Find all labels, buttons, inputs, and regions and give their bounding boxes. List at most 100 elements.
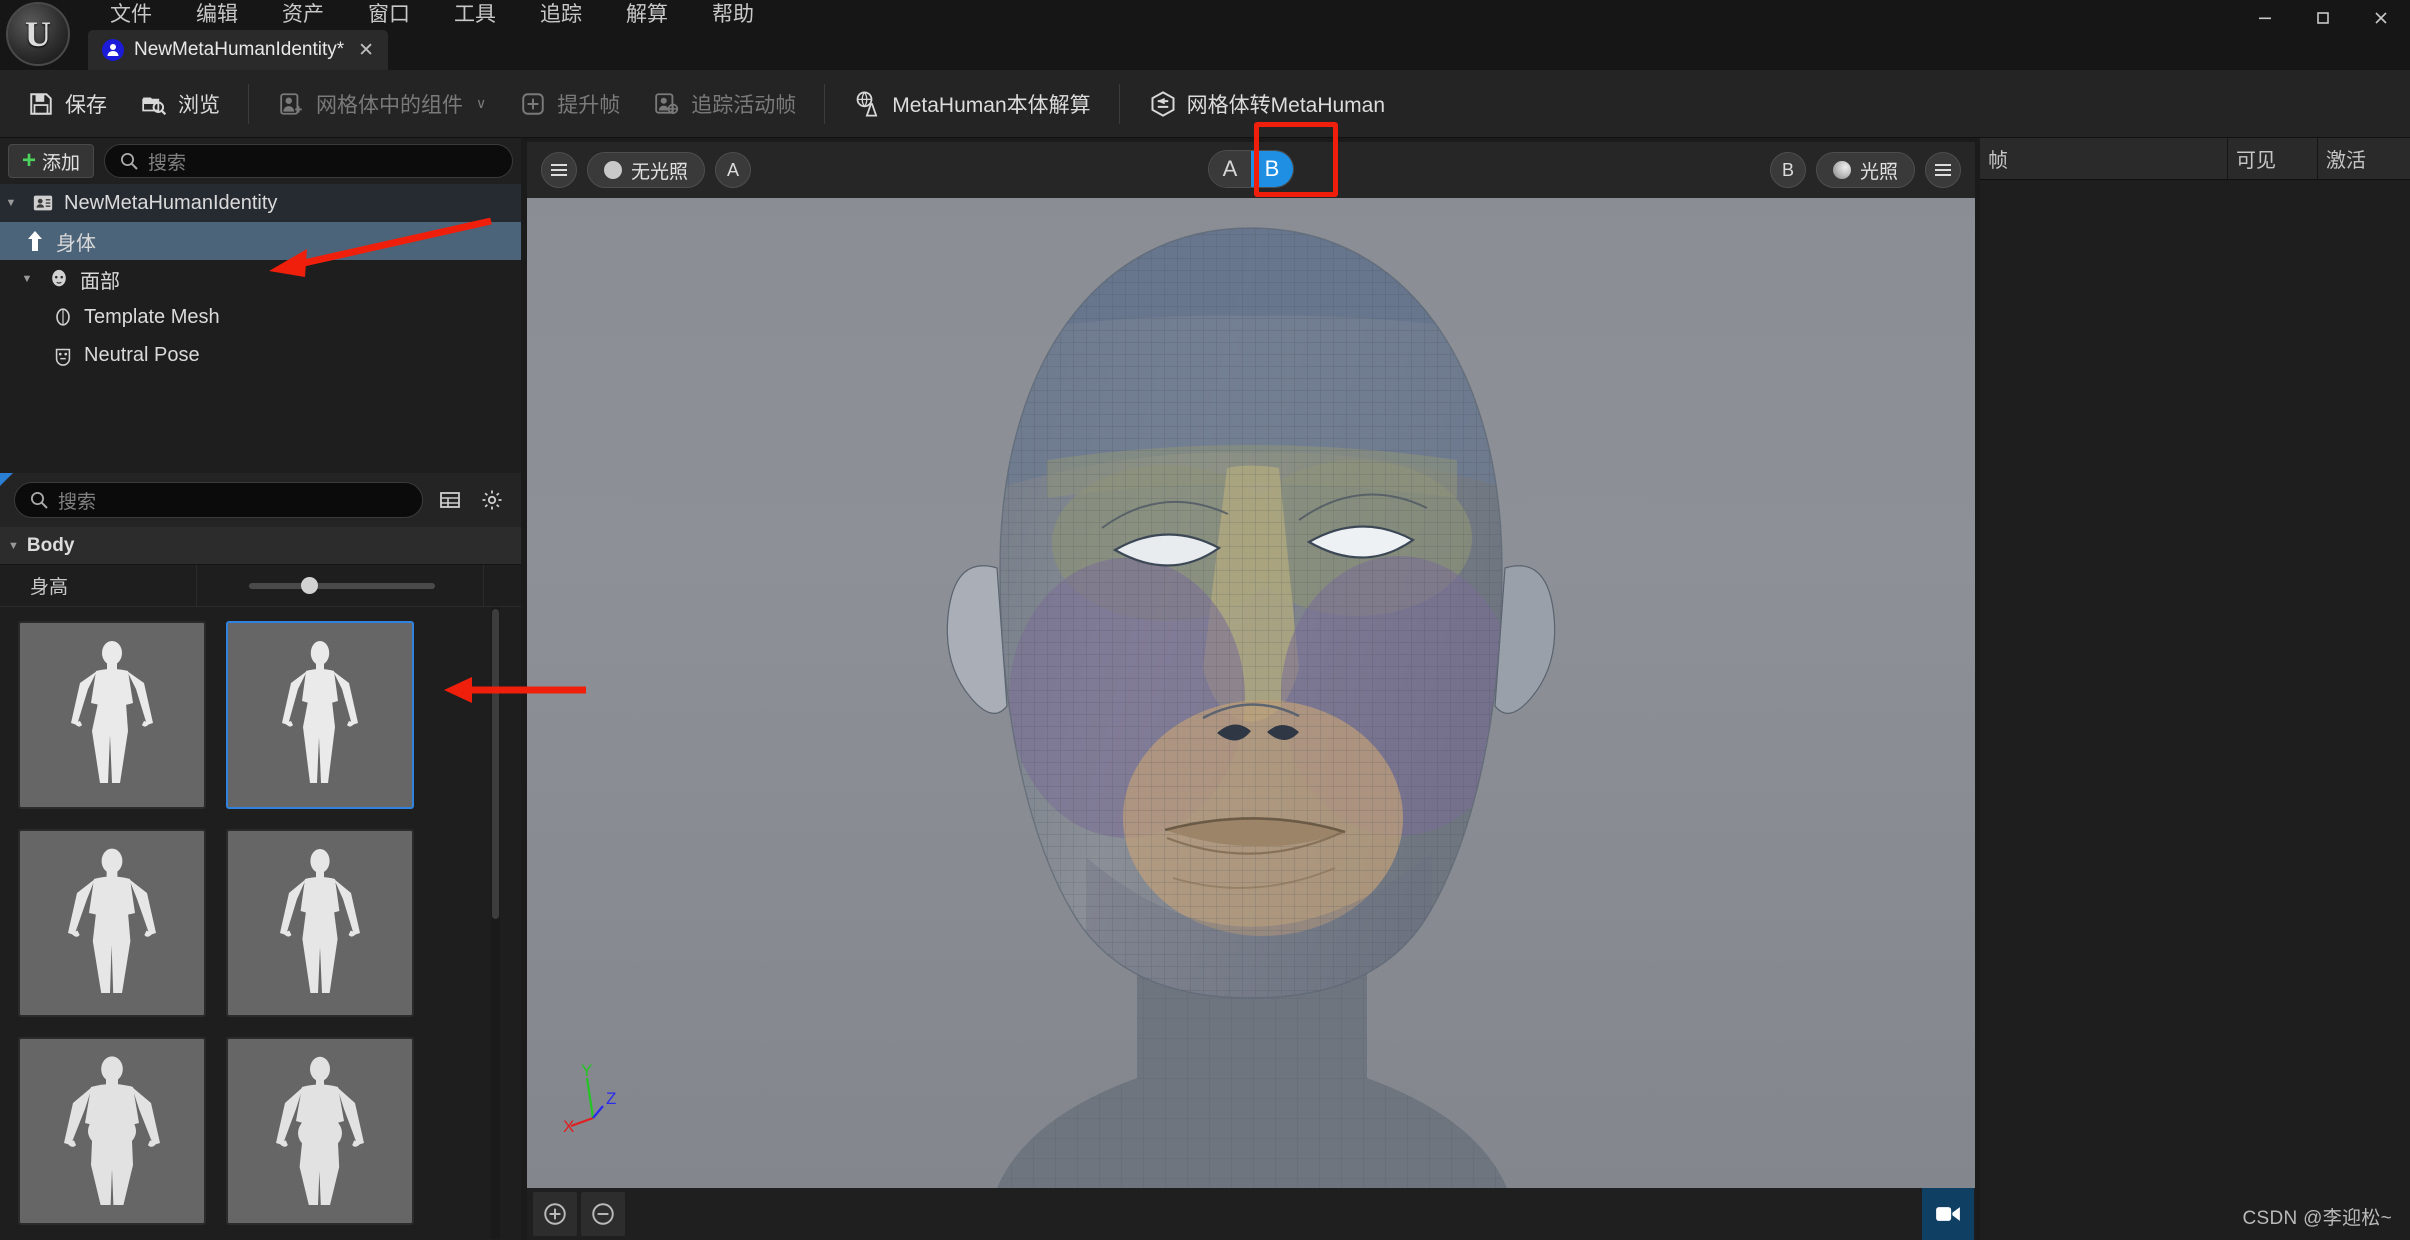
components-label: 网格体中的组件 [316,89,463,119]
browse-button[interactable]: 浏览 [123,78,236,130]
toolbar-separator-2 [824,84,825,124]
tree-item-neutral-pose[interactable]: Neutral Pose [0,336,521,374]
window-controls [2236,0,2410,36]
menu-track[interactable]: 追踪 [518,0,604,30]
height-slider-knob[interactable] [301,577,318,594]
tab-newmetahumanidentity[interactable]: NewMetaHumanIdentity* ✕ [88,30,388,70]
female-medium-figure-icon [260,843,380,1003]
components-in-mesh-button[interactable]: 网格体中的组件 ∨ [261,78,502,130]
female-slim-figure-icon [260,635,380,795]
viewport-menu-left-button[interactable] [541,152,577,188]
male-medium-figure-icon [52,843,172,1003]
pose-icon [50,342,76,368]
property-value-height [196,565,483,606]
column-header-visible[interactable]: 可见 [2228,138,2318,179]
close-window-button[interactable] [2352,0,2410,36]
details-search-input[interactable]: 搜索 [14,482,423,518]
tree-item-newmetahumanidentity[interactable]: ▼ NewMetaHumanIdentity [0,184,521,222]
menu-help[interactable]: 帮助 [690,0,776,30]
title-bar: U 文件 编辑 资产 窗口 工具 追踪 解算 帮助 NewMetaHumanId… [0,0,2410,70]
body-thumbnail-male-slim[interactable] [18,621,206,809]
view-a-button[interactable]: A [715,152,751,188]
ab-compare-toggle: A B [1208,150,1294,188]
zoom-in-button[interactable] [533,1192,577,1236]
twisty-expanded-icon[interactable]: ▼ [16,273,38,285]
details-header: 搜索 [0,473,521,527]
tree-item-face[interactable]: ▼ 面部 [0,260,521,298]
outliner-header: + 添加 搜索 [0,138,521,184]
viewport-toolbar-left: 无光照 A [541,152,751,188]
mesh-to-metahuman-button[interactable]: 网格体转MetaHuman [1132,78,1401,130]
body-icon [22,228,48,254]
tree-item-template-mesh[interactable]: Template Mesh [0,298,521,336]
body-thumbnail-male-medium[interactable] [18,829,206,1017]
mesh-to-metahuman-icon [1148,89,1178,119]
menu-solve[interactable]: 解算 [604,0,690,30]
viewport-3d[interactable]: 无光照 A B 光照 [527,142,1975,1188]
minimize-button[interactable] [2236,0,2294,36]
save-icon [26,89,56,119]
male-heavy-figure-icon [52,1051,172,1211]
body-thumbnail-female-slim[interactable] [226,621,414,809]
tree-item-body[interactable]: 身体 [0,222,521,260]
menu-window[interactable]: 窗口 [346,0,432,30]
browse-label: 浏览 [178,89,220,119]
components-person-icon [277,89,307,119]
camera-capture-button[interactable] [1922,1188,1974,1240]
shading-mode-lit-button[interactable]: 光照 [1816,152,1915,188]
search-icon [119,151,139,171]
hamburger-icon [1935,164,1951,176]
body-thumbnail-male-heavy[interactable] [18,1037,206,1225]
height-slider[interactable] [249,583,435,589]
metahuman-solve-button[interactable]: MetaHuman本体解算 [837,78,1106,130]
maximize-button[interactable] [2294,0,2352,36]
category-body[interactable]: ▼ Body [0,527,521,565]
tree-item-label: Template Mesh [84,306,220,329]
twisty-expanded-icon[interactable]: ▼ [8,540,19,552]
property-label-height: 身高 [0,572,196,599]
body-type-grid [0,607,521,1239]
property-row-height: 身高 [0,565,521,607]
hamburger-icon [551,164,567,176]
menu-edit[interactable]: 编辑 [174,0,260,30]
column-header-frame[interactable]: 帧 [1980,138,2228,179]
shading-mode-unlit-button[interactable]: 无光照 [587,152,705,188]
chevron-down-icon: ∨ [476,95,486,112]
frames-list[interactable] [1980,180,2410,1240]
column-header-active[interactable]: 激活 [2318,138,2410,179]
save-button[interactable]: 保存 [10,78,123,130]
menu-file[interactable]: 文件 [88,0,174,30]
body-grid-scrollbar[interactable] [491,607,500,1239]
twisty-expanded-icon[interactable]: ▼ [0,197,22,209]
lit-sphere-icon [1833,161,1851,179]
promote-frame-button[interactable]: 提升帧 [502,78,636,130]
add-button[interactable]: + 添加 [8,144,94,178]
document-tab-strip: NewMetaHumanIdentity* ✕ [88,30,388,70]
toolbar-separator-3 [1119,84,1120,124]
close-icon[interactable]: ✕ [358,39,374,62]
viewport-menu-right-button[interactable] [1925,152,1961,188]
tree-item-label: 身体 [56,227,96,256]
toolbar-separator [248,84,249,124]
metahuman-solve-label: MetaHuman本体解算 [892,89,1090,119]
menu-asset[interactable]: 资产 [260,0,346,30]
outliner-search-input[interactable]: 搜索 [104,144,513,178]
metahuman-identity-icon [102,39,124,61]
mesh-to-metahuman-label: 网格体转MetaHuman [1187,89,1385,119]
head-mesh [527,198,1975,1188]
plus-box-icon [518,89,548,119]
frames-header-row: 帧 可见 激活 [1980,138,2410,180]
zoom-out-button[interactable] [581,1192,625,1236]
metahuman-solve-icon [853,89,883,119]
columns-layout-icon[interactable] [435,485,465,515]
body-thumbnail-female-heavy[interactable] [226,1037,414,1225]
body-thumbnail-female-medium[interactable] [226,829,414,1017]
female-heavy-figure-icon [260,1051,380,1211]
view-b-button[interactable]: B [1770,152,1806,188]
ab-toggle-b[interactable]: B [1251,151,1293,187]
gear-icon[interactable] [477,485,507,515]
scrollbar-thumb[interactable] [492,609,499,919]
track-active-frame-button[interactable]: 追踪活动帧 [636,78,812,130]
ab-toggle-a[interactable]: A [1209,151,1251,187]
menu-tools[interactable]: 工具 [432,0,518,30]
